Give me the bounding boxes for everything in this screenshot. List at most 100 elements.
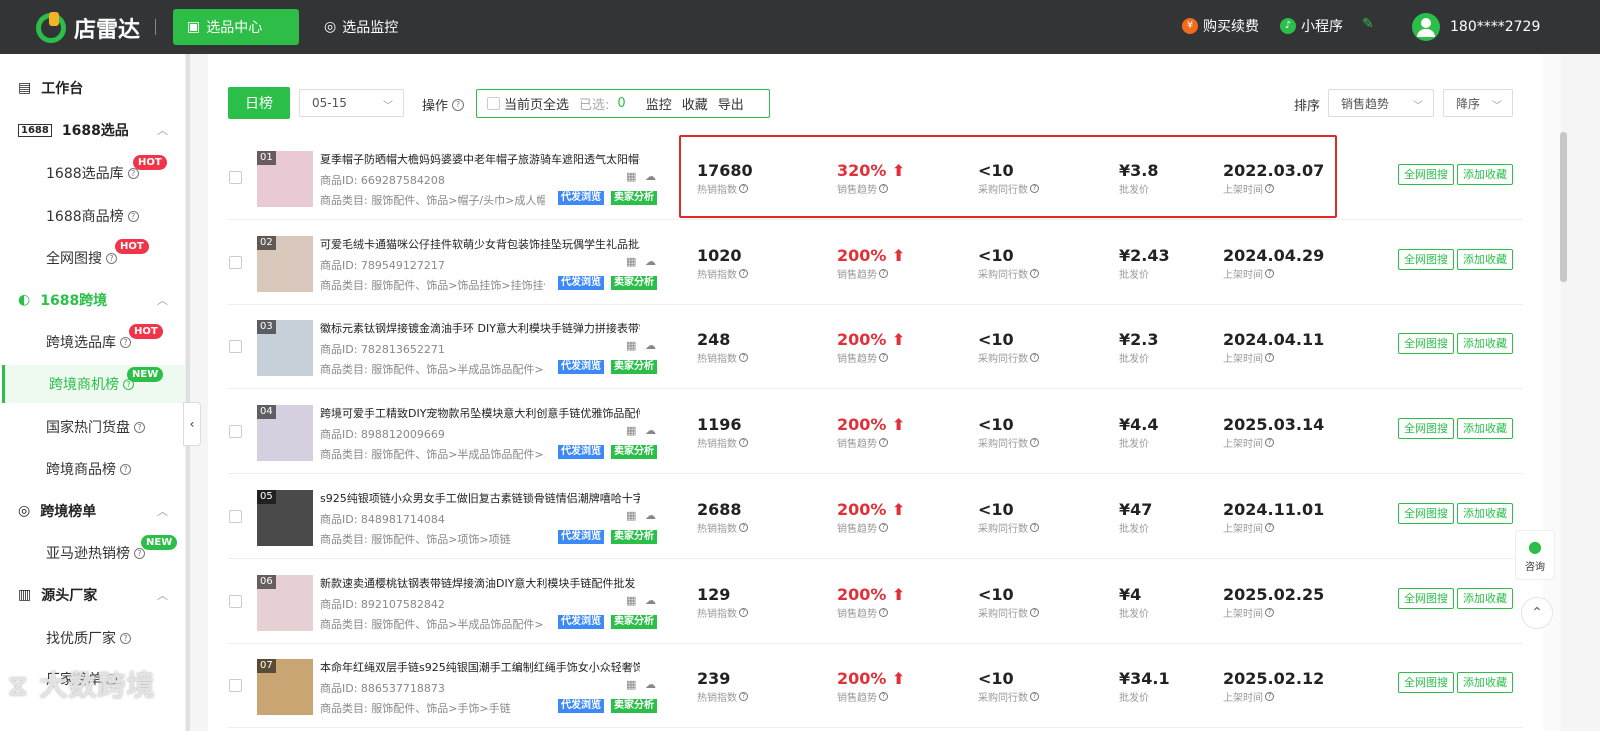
add-favorite-button[interactable]: 添加收藏 (1457, 502, 1513, 524)
sidebar-group-1688[interactable]: 1688 1688选品 ︿ (18, 120, 168, 140)
qrcode-icon[interactable]: ▦ (626, 170, 636, 183)
consult-button[interactable]: ● 咨询 (1515, 530, 1555, 580)
product-thumbnail[interactable]: 07 (257, 659, 313, 716)
product-thumbnail[interactable]: 04 (257, 405, 313, 462)
cloud-download-icon[interactable]: ☁ (645, 678, 656, 691)
sidebar-group-factory[interactable]: ▥ 源头厂家 ︿ (18, 585, 168, 605)
qrcode-icon[interactable]: ▦ (626, 255, 636, 268)
qrcode-icon[interactable]: ▦ (626, 594, 636, 607)
daily-rank-button[interactable]: 日榜 (228, 87, 290, 119)
proxy-browse-tag[interactable]: 代发浏览 (558, 614, 604, 629)
qrcode-icon[interactable]: ▦ (626, 339, 636, 352)
row-checkbox[interactable] (229, 255, 242, 269)
product-thumbnail[interactable]: 03 (257, 320, 313, 377)
row-checkbox[interactable] (229, 340, 242, 354)
product-thumbnail[interactable]: 06 (257, 574, 313, 631)
proxy-browse-tag[interactable]: 代发浏览 (558, 191, 604, 205)
sidebar-item-quality-factory[interactable]: 找优质厂家? (46, 628, 131, 648)
sidebar-group-cross-border[interactable]: ◐ 1688跨境 ︿ (18, 290, 168, 310)
sidebar-scrollbar[interactable] (186, 54, 190, 731)
add-favorite-button[interactable]: 添加收藏 (1457, 672, 1513, 694)
seller-analysis-tag[interactable]: 卖家分析 (611, 360, 657, 375)
mini-program-link[interactable]: ♪ 小程序 (1280, 16, 1343, 36)
product-title[interactable]: 夏季帽子防晒帽大檐妈妈婆婆中老年帽子旅游骑车遮阳透气太阳帽子 (320, 151, 640, 167)
monitor-button[interactable]: 监控 (646, 94, 672, 113)
cloud-download-icon[interactable]: ☁ (645, 424, 656, 437)
add-favorite-button[interactable]: 添加收藏 (1457, 248, 1513, 270)
app-logo[interactable]: 店雷达 (36, 12, 140, 44)
proxy-browse-tag[interactable]: 代发浏览 (558, 275, 604, 290)
image-search-button[interactable]: 全网图搜 (1398, 164, 1454, 185)
checkbox[interactable] (487, 97, 500, 110)
sidebar-workbench[interactable]: ▤ 工作台 (18, 78, 168, 98)
product-thumbnail[interactable]: 02 (257, 235, 313, 292)
date-select[interactable]: 05-15 ﹀ (299, 89, 404, 117)
proxy-browse-tag[interactable]: 代发浏览 (558, 445, 604, 460)
proxy-browse-tag[interactable]: 代发浏览 (558, 699, 604, 714)
page-scrollbar-thumb[interactable] (1560, 132, 1567, 282)
image-search-button[interactable]: 全网图搜 (1398, 333, 1454, 355)
seller-analysis-tag[interactable]: 卖家分析 (611, 445, 657, 460)
sort-order-select[interactable]: 降序 ﹀ (1443, 89, 1513, 117)
image-search-button[interactable]: 全网图搜 (1398, 248, 1454, 270)
image-search-button[interactable]: 全网图搜 (1398, 418, 1454, 440)
add-favorite-button[interactable]: 添加收藏 (1457, 418, 1513, 440)
favorite-button[interactable]: 收藏 (682, 94, 708, 113)
product-title[interactable]: 本命年红绳双层手链s925纯银国潮手工编制红绳手饰女小众轻奢饰品 (320, 659, 640, 675)
image-search-button[interactable]: 全网图搜 (1398, 502, 1454, 524)
select-page-checkbox[interactable]: 当前页全选 (487, 94, 569, 113)
page-scrollbar-track[interactable] (1543, 54, 1561, 731)
sidebar-item-cross-library[interactable]: 跨境选品库? (46, 332, 131, 352)
seller-analysis-tag[interactable]: 卖家分析 (611, 191, 657, 205)
collapse-sidebar-button[interactable]: ‹ (183, 402, 201, 446)
cloud-download-icon[interactable]: ☁ (645, 594, 656, 607)
add-favorite-button[interactable]: 添加收藏 (1457, 333, 1513, 355)
nav-selection-center[interactable]: ▣ 选品中心 (173, 9, 299, 45)
product-title[interactable]: 跨境可爱手工精致DIY宠物款吊坠模块意大利创意手链优雅饰品配件 (320, 405, 640, 421)
export-button[interactable]: 导出 (718, 94, 744, 113)
add-favorite-button[interactable]: 添加收藏 (1457, 587, 1513, 609)
user-menu[interactable]: 180****2729 (1412, 13, 1540, 41)
row-checkbox[interactable] (229, 679, 242, 693)
cloud-download-icon[interactable]: ☁ (645, 170, 656, 183)
sidebar-item-country-hot[interactable]: 国家热门货盘? (46, 417, 145, 437)
buy-renew-link[interactable]: ¥ 购买续费 (1182, 16, 1259, 36)
qrcode-icon[interactable]: ▦ (626, 678, 636, 691)
help-icon: ? (1265, 438, 1274, 448)
product-title[interactable]: s925纯银项链小众男女手工做旧复古素链锁骨链情侣潮牌嘻哈十字链 (320, 490, 640, 506)
qrcode-icon[interactable]: ▦ (626, 424, 636, 437)
row-checkbox[interactable] (229, 171, 242, 184)
seller-analysis-tag[interactable]: 卖家分析 (611, 614, 657, 629)
peers-metric: <10 采购同行数? (978, 330, 1039, 365)
sidebar-group-rankings[interactable]: ◎ 跨境榜单 ︿ (18, 501, 168, 521)
product-title[interactable]: 新款速卖通樱桃钛钢表带链焊接滴油DIY意大利模块手链配件批发 (320, 575, 640, 591)
seller-analysis-tag[interactable]: 卖家分析 (611, 275, 657, 290)
product-title[interactable]: 可爱毛绒卡通猫咪公仔挂件软萌少女背包装饰挂坠玩偶学生礼品批发 (320, 236, 640, 252)
sidebar-item-1688-library[interactable]: 1688选品库? (46, 163, 139, 183)
product-thumbnail[interactable]: 05 (257, 489, 313, 546)
row-checkbox[interactable] (229, 509, 242, 523)
product-title[interactable]: 徽标元素钛钢焊接镀金滴油手环 DIY意大利模块手链弹力拼接表带链 (320, 320, 640, 336)
image-search-button[interactable]: 全网图搜 (1398, 587, 1454, 609)
row-checkbox[interactable] (229, 594, 242, 608)
sidebar-item-amazon[interactable]: 亚马逊热销榜? (46, 543, 145, 563)
seller-analysis-tag[interactable]: 卖家分析 (611, 699, 657, 714)
sort-field-select[interactable]: 销售趋势 ﹀ (1328, 89, 1434, 117)
sidebar-item-1688-ranking[interactable]: 1688商品榜? (46, 206, 139, 226)
back-to-top-button[interactable]: ⌃ (1521, 597, 1553, 629)
cloud-download-icon[interactable]: ☁ (645, 255, 656, 268)
cloud-download-icon[interactable]: ☁ (645, 339, 656, 352)
image-search-button[interactable]: 全网图搜 (1398, 672, 1454, 694)
cloud-download-icon[interactable]: ☁ (645, 509, 656, 522)
seller-analysis-tag[interactable]: 卖家分析 (611, 529, 657, 544)
proxy-browse-tag[interactable]: 代发浏览 (558, 360, 604, 375)
row-checkbox[interactable] (229, 425, 242, 439)
qrcode-icon[interactable]: ▦ (626, 509, 636, 522)
add-favorite-button[interactable]: 添加收藏 (1457, 164, 1513, 185)
proxy-browse-tag[interactable]: 代发浏览 (558, 529, 604, 544)
edit-icon[interactable]: ✎ (1362, 16, 1374, 32)
sidebar-item-image-search[interactable]: 全网图搜? (46, 248, 117, 268)
nav-selection-monitor[interactable]: ◎ 选品监控 (310, 9, 412, 45)
product-thumbnail[interactable]: 01 (257, 151, 313, 207)
sidebar-item-cross-ranking[interactable]: 跨境商品榜? (46, 459, 131, 479)
